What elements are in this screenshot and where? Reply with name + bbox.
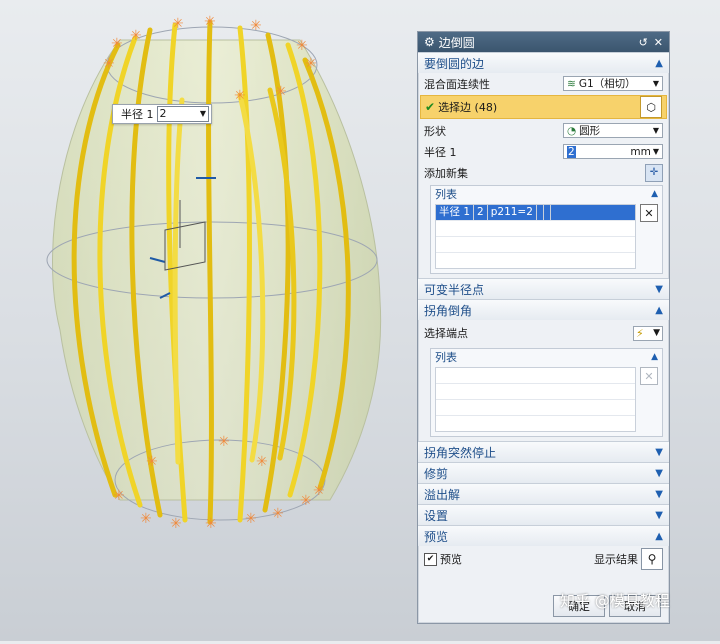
add-set-label: 添加新集 — [424, 166, 468, 180]
chevron-down-icon: ▼ — [655, 509, 663, 521]
shape-dropdown[interactable]: ◔ 圆形 ▼ — [563, 123, 663, 138]
edge-list-box: 列表 ▲ 半径 1 2 p211=2 ✕ — [430, 185, 663, 274]
svg-text:✳: ✳ — [113, 488, 125, 504]
preview-checkbox[interactable]: ✔ — [424, 552, 437, 566]
chevron-up-icon: ▲ — [655, 304, 663, 316]
svg-text:✳: ✳ — [313, 483, 325, 499]
chevron-up-icon: ▲ — [655, 530, 663, 542]
edge-list-header[interactable]: 列表 ▲ — [431, 186, 662, 202]
svg-text:✳: ✳ — [130, 28, 142, 44]
corner-list-box: 列表 ▲ ✕ — [430, 348, 663, 437]
radius-label: 半径 1 — [424, 145, 457, 159]
chevron-down-icon: ▼ — [653, 328, 660, 338]
radius-popup-label: 半径 1 — [121, 108, 154, 121]
continuity-icon: ≋ — [567, 77, 576, 90]
chevron-down-icon: ▼ — [655, 446, 663, 458]
section-trim[interactable]: 修剪 ▼ — [418, 462, 669, 483]
remove-icon[interactable]: ✕ — [640, 367, 658, 385]
add-set-icon[interactable]: ✛ — [645, 163, 663, 182]
svg-text:✳: ✳ — [250, 18, 262, 34]
edge-list-grid: 半径 1 2 p211=2 — [435, 204, 636, 269]
select-endpoint-label: 选择端点 — [424, 327, 468, 340]
circle-shape-icon: ◔ — [567, 124, 577, 137]
section-corner-stop[interactable]: 拐角突然停止 ▼ — [418, 441, 669, 462]
endpoint-picker[interactable]: ⚡ ▼ — [633, 325, 663, 341]
svg-text:✳: ✳ — [296, 38, 308, 54]
close-icon[interactable]: ✕ — [654, 36, 663, 49]
svg-text:✳: ✳ — [205, 516, 217, 532]
show-result-label: 显示结果 — [594, 553, 638, 566]
svg-text:✳: ✳ — [234, 88, 246, 104]
svg-text:✳: ✳ — [272, 506, 284, 522]
check-icon: ✔ — [425, 100, 436, 114]
svg-text:✳: ✳ — [146, 454, 158, 470]
section-preview[interactable]: 预览 ▲ — [418, 525, 669, 546]
corner-list-grid — [435, 367, 636, 432]
section-overflow[interactable]: 溢出解 ▼ — [418, 483, 669, 504]
list-item[interactable]: 半径 1 2 p211=2 — [436, 205, 635, 221]
chevron-down-icon: ▼ — [655, 283, 663, 295]
select-edge-label: 选择边 (48) — [438, 101, 498, 114]
cube-select-icon[interactable]: ⬡ — [640, 96, 662, 118]
svg-text:✳: ✳ — [256, 454, 268, 470]
preview-checkbox-label: 预览 — [440, 553, 462, 566]
svg-text:✳: ✳ — [170, 516, 182, 532]
svg-text:✳: ✳ — [275, 84, 287, 100]
svg-text:✳: ✳ — [204, 14, 216, 30]
section-edge-title: 要倒圆的边 — [424, 56, 485, 71]
blend-continuity-dropdown[interactable]: ≋ G1（相切） ▼ — [563, 76, 663, 91]
corner-list-header[interactable]: 列表 ▲ — [431, 349, 662, 365]
chevron-down-icon[interactable]: ▼ — [653, 147, 659, 156]
svg-text:✳: ✳ — [111, 36, 123, 52]
dialog-title: 边倒圆 — [438, 35, 475, 50]
shape-label: 形状 — [424, 124, 446, 138]
select-edge-row[interactable]: ✔ 选择边 (48) ⬡ — [420, 95, 667, 119]
svg-text:✳: ✳ — [300, 493, 312, 509]
svg-text:✳: ✳ — [140, 511, 152, 527]
radius-input-popup[interactable]: 半径 1 2 ▼ — [112, 104, 212, 124]
section-edge[interactable]: 要倒圆的边 ▲ — [418, 52, 669, 73]
dialog-titlebar[interactable]: ⚙ 边倒圆 ↺ ✕ — [418, 32, 669, 52]
chevron-up-icon: ▲ — [651, 352, 658, 362]
watermark: 知乎 @模具教程 — [560, 592, 670, 610]
svg-text:✳: ✳ — [305, 56, 317, 72]
radius-popup-value[interactable]: 2 ▼ — [156, 106, 209, 122]
blend-continuity-label: 混合面连续性 — [424, 77, 490, 91]
svg-text:✳: ✳ — [218, 434, 230, 450]
reset-icon[interactable]: ↺ — [639, 36, 648, 49]
radius-input[interactable]: 2 mm ▼ — [563, 144, 663, 159]
endpoint-icon: ⚡ — [636, 326, 644, 340]
section-corner[interactable]: 拐角倒角 ▲ — [418, 299, 669, 320]
chevron-down-icon[interactable]: ▼ — [200, 107, 206, 121]
svg-text:✳: ✳ — [172, 16, 184, 32]
remove-icon[interactable]: ✕ — [640, 204, 658, 222]
section-variable-radius[interactable]: 可变半径点 ▼ — [418, 278, 669, 299]
chevron-down-icon: ▼ — [655, 467, 663, 479]
chevron-down-icon: ▼ — [652, 126, 659, 135]
svg-text:✳: ✳ — [245, 511, 257, 527]
chevron-down-icon: ▼ — [652, 79, 659, 88]
section-settings[interactable]: 设置 ▼ — [418, 504, 669, 525]
gear-icon: ⚙ — [424, 35, 435, 49]
chevron-down-icon: ▼ — [655, 488, 663, 500]
edge-blend-dialog: ⚙ 边倒圆 ↺ ✕ 要倒圆的边 ▲ 混合面连续性 ≋ G1（相切） ▼ ✔ 选择… — [417, 31, 670, 624]
chevron-up-icon: ▲ — [651, 189, 658, 199]
svg-text:✳: ✳ — [103, 56, 115, 72]
magnifier-icon[interactable]: ⚲ — [641, 548, 663, 570]
chevron-up-icon: ▲ — [655, 57, 663, 69]
